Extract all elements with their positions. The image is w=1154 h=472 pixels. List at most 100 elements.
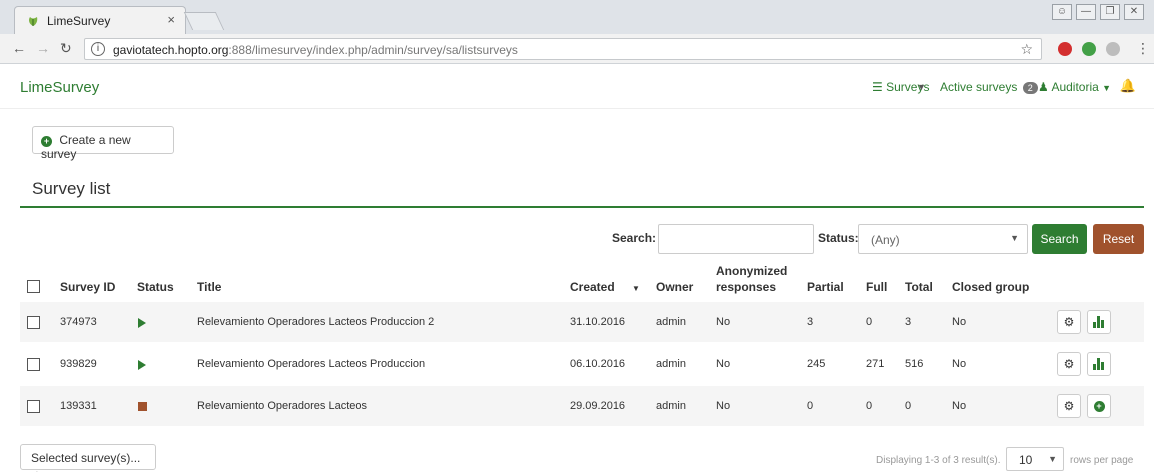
col-status[interactable]: Status — [137, 280, 174, 294]
col-full[interactable]: Full — [866, 280, 887, 294]
title-divider — [20, 206, 1144, 208]
sort-caret-icon: ▼ — [632, 284, 640, 293]
status-active-icon — [138, 318, 146, 328]
minimize-icon[interactable]: — — [1076, 4, 1096, 20]
cloud-extension-icon[interactable] — [1106, 42, 1120, 56]
anonymized: No — [716, 358, 731, 370]
browser-tabstrip: LimeSurvey × ☺ — ❐ ✕ — [0, 0, 1154, 34]
user-icon: ♟ — [1038, 80, 1049, 94]
owner: admin — [656, 316, 686, 328]
active-surveys-label: Active surveys — [940, 80, 1018, 94]
browser-menu-icon[interactable]: ⋮ — [1136, 40, 1150, 57]
gear-icon: ⚙ — [1063, 315, 1075, 329]
maximize-icon[interactable]: ❐ — [1100, 4, 1120, 20]
bookmark-star-icon[interactable]: ☆ — [1020, 41, 1033, 58]
new-tab-button[interactable] — [183, 12, 225, 30]
col-closed-group[interactable]: Closed group — [952, 280, 1029, 294]
browser-tab[interactable]: LimeSurvey × — [14, 6, 186, 34]
survey-title[interactable]: Relevamiento Operadores Lacteos Producci… — [197, 316, 434, 328]
owner: admin — [656, 400, 686, 412]
col-owner[interactable]: Owner — [656, 280, 693, 294]
create-survey-button[interactable]: + Create a new survey — [32, 126, 174, 161]
anonymized: No — [716, 400, 731, 412]
partial-count: 3 — [807, 316, 814, 328]
displaying-results: Displaying 1-3 of 3 result(s). — [876, 455, 1001, 466]
col-partial[interactable]: Partial — [807, 280, 844, 294]
settings-button[interactable]: ⚙ — [1057, 394, 1081, 418]
survey-title[interactable]: Relevamiento Operadores Lacteos Producci… — [197, 358, 425, 370]
col-total[interactable]: Total — [905, 280, 933, 294]
user-menu-label: Auditoria — [1051, 80, 1099, 94]
statistics-button[interactable] — [1087, 310, 1111, 334]
full-count: 0 — [866, 400, 873, 412]
created-date: 29.09.2016 — [570, 400, 626, 412]
forward-icon[interactable]: → — [36, 40, 50, 56]
reset-button[interactable]: Reset — [1093, 224, 1144, 254]
profile-icon[interactable]: ☺ — [1052, 4, 1072, 20]
tab-title: LimeSurvey — [47, 14, 111, 28]
bell-icon[interactable]: 🔔 — [1120, 78, 1136, 94]
active-surveys-badge: 2 — [1022, 82, 1038, 94]
address-bar[interactable]: i gaviotatech.hopto.org:888/limesurvey/i… — [84, 38, 1042, 60]
close-window-icon[interactable]: ✕ — [1124, 4, 1144, 20]
user-menu[interactable]: ♟ Auditoria ▼ — [1038, 80, 1111, 94]
selected-surveys-label: Selected survey(s)... — [31, 451, 141, 465]
gear-icon: ⚙ — [1063, 357, 1075, 371]
col-anonymized-line1[interactable]: Anonymized — [716, 264, 787, 278]
survey-title[interactable]: Relevamiento Operadores Lacteos — [197, 400, 367, 412]
app-navbar: LimeSurvey ☰ Surveys ▼ Active surveys 2 … — [0, 65, 1154, 109]
select-all-checkbox[interactable] — [27, 280, 40, 293]
survey-id[interactable]: 374973 — [60, 316, 97, 328]
row-checkbox[interactable] — [27, 316, 40, 329]
row-checkbox[interactable] — [27, 358, 40, 371]
anonymized: No — [716, 316, 731, 328]
rows-per-page-value: 10 — [1019, 453, 1033, 467]
table-row: 139331 Relevamiento Operadores Lacteos 2… — [20, 386, 1144, 426]
brand-logo[interactable]: LimeSurvey — [20, 79, 99, 96]
statistics-button[interactable] — [1087, 352, 1111, 376]
table-row: 374973 Relevamiento Operadores Lacteos P… — [20, 302, 1144, 342]
url-text: gaviotatech.hopto.org:888/limesurvey/ind… — [113, 43, 518, 57]
closed-group: No — [952, 400, 967, 412]
rows-per-page-label: rows per page — [1070, 455, 1134, 466]
tab-close-icon[interactable]: × — [167, 12, 175, 27]
browser-toolbar: ← → ↻ i gaviotatech.hopto.org:888/limesu… — [0, 34, 1154, 64]
search-button[interactable]: Search — [1032, 224, 1087, 254]
survey-id[interactable]: 939829 — [60, 358, 97, 370]
search-input[interactable] — [658, 224, 814, 254]
col-anonymized-line2[interactable]: responses — [716, 280, 776, 294]
settings-button[interactable]: ⚙ — [1057, 352, 1081, 376]
back-icon[interactable]: ← — [12, 40, 26, 56]
url-host: gaviotatech.hopto.org — [113, 43, 229, 57]
search-label: Search: — [612, 231, 657, 245]
survey-id[interactable]: 139331 — [60, 400, 97, 412]
surveys-dropdown-caret-icon[interactable]: ▼ — [917, 82, 926, 92]
create-survey-label: Create a new survey — [41, 133, 131, 161]
info-icon[interactable]: i — [91, 42, 105, 56]
col-survey-id[interactable]: Survey ID — [60, 280, 115, 294]
plus-circle-icon: + — [1093, 401, 1105, 413]
col-title[interactable]: Title — [197, 280, 221, 294]
owner: admin — [656, 358, 686, 370]
partial-count: 245 — [807, 358, 826, 370]
chevron-down-icon: ▼ — [1048, 454, 1057, 464]
bar-chart-icon — [1093, 316, 1105, 328]
total-count: 3 — [905, 316, 912, 328]
status-select-value: (Any) — [871, 233, 900, 247]
active-surveys-link[interactable]: Active surveys 2 — [940, 80, 1038, 94]
reload-icon[interactable]: ↻ — [60, 40, 72, 57]
col-created[interactable]: Created ▼ — [570, 280, 640, 294]
url-path: :888/limesurvey/index.php/admin/survey/s… — [228, 43, 518, 57]
plus-circle-icon: + — [41, 136, 52, 147]
add-button[interactable]: + — [1087, 394, 1111, 418]
total-count: 516 — [905, 358, 924, 370]
col-created-label: Created — [570, 280, 615, 294]
extension-d-icon[interactable] — [1082, 42, 1096, 56]
row-checkbox[interactable] — [27, 400, 40, 413]
status-select[interactable]: (Any) ▼ — [858, 224, 1028, 254]
adblock-icon[interactable] — [1058, 42, 1072, 56]
limesurvey-favicon-icon — [29, 17, 38, 26]
settings-button[interactable]: ⚙ — [1057, 310, 1081, 334]
selected-surveys-dropdown[interactable]: Selected survey(s)... ▲ — [20, 444, 156, 472]
rows-per-page-select[interactable]: 10 ▼ — [1006, 447, 1064, 471]
